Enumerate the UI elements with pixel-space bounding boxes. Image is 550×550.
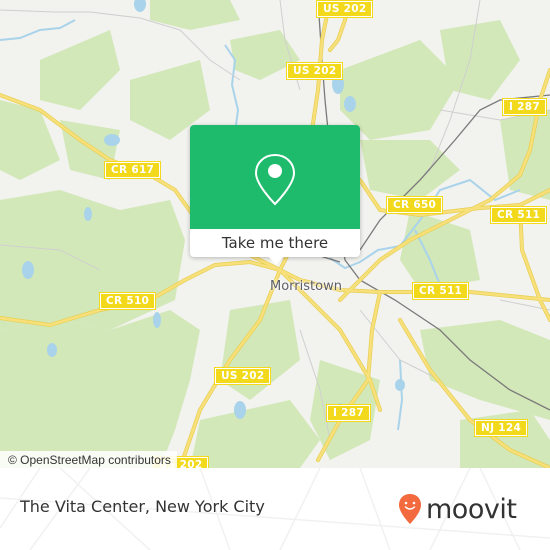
place-title: The Vita Center, New York City — [20, 497, 265, 516]
map-attribution[interactable]: © OpenStreetMap contributors — [0, 451, 177, 468]
road-shield-us202: US 202 — [214, 367, 272, 385]
moovit-logo[interactable]: moovit — [397, 491, 517, 527]
road-shield-cr650: CR 650 — [386, 196, 444, 214]
road-shield-cr511: CR 511 — [490, 206, 548, 224]
location-pin-icon — [254, 153, 296, 206]
popup-header — [190, 125, 360, 229]
city-label-morristown: Morristown — [270, 279, 342, 294]
map-view[interactable]: US 202 US 202 I 287 CR 617 CR 650 CR 511… — [0, 0, 550, 468]
road-shield-cr510: CR 510 — [99, 292, 157, 310]
location-popup: Take me there — [190, 125, 360, 265]
road-shield-us202: US 202 — [316, 0, 374, 18]
moovit-pin-smile-icon — [399, 494, 421, 524]
take-me-there-button[interactable]: Take me there — [190, 229, 360, 257]
road-shield-us202: US 202 — [286, 62, 344, 80]
road-shield-nj124: NJ 124 — [474, 419, 529, 437]
road-shield-cr617: CR 617 — [104, 161, 162, 179]
moovit-wordmark: moovit — [426, 493, 517, 525]
road-shield-i287: I 287 — [502, 98, 547, 116]
popup-pointer — [268, 256, 284, 265]
road-shield-cr511: CR 511 — [412, 282, 470, 300]
footer-bar: The Vita Center, New York City moovit — [0, 468, 550, 550]
road-shield-i287: I 287 — [326, 404, 371, 422]
